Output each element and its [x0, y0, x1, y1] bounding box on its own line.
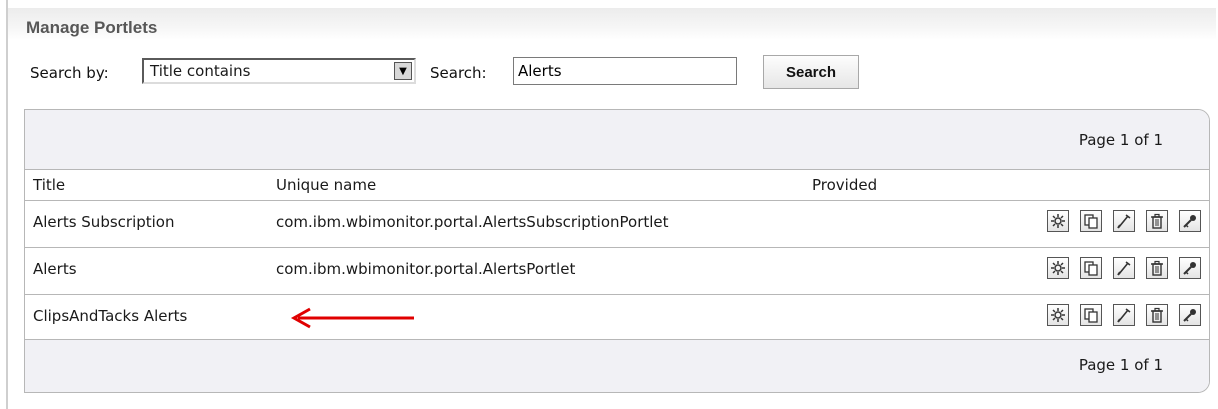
access-key-icon[interactable] — [1179, 210, 1201, 232]
delete-icon[interactable] — [1146, 304, 1168, 326]
configure-icon[interactable] — [1047, 257, 1069, 279]
portlet-table: Page 1 of 1 Title Unique name Provided A… — [24, 109, 1210, 393]
annotation-arrow-icon — [290, 307, 414, 329]
search-button[interactable]: Search — [763, 55, 859, 89]
pager-top: Page 1 of 1 — [25, 110, 1209, 170]
row-title: Alerts Subscription — [33, 213, 175, 231]
table-row[interactable]: Alerts Subscription com.ibm.wbimonitor.p… — [25, 200, 1209, 247]
row-unique-name: com.ibm.wbimonitor.portal.AlertsPortlet — [276, 260, 576, 278]
row-actions — [1047, 257, 1201, 279]
edit-icon[interactable] — [1113, 304, 1135, 326]
chevron-down-icon[interactable]: ▼ — [394, 62, 412, 80]
row-title: ClipsAndTacks Alerts — [33, 307, 188, 325]
delete-icon[interactable] — [1146, 257, 1168, 279]
portlet-header — [8, 8, 1216, 40]
page-indicator-bottom: Page 1 of 1 — [1078, 356, 1163, 374]
delete-icon[interactable] — [1146, 210, 1168, 232]
row-title: Alerts — [33, 260, 77, 278]
pager-bottom: Page 1 of 1 — [25, 339, 1209, 392]
configure-icon[interactable] — [1047, 210, 1069, 232]
portlet-title: Manage Portlets — [26, 18, 158, 37]
access-key-icon[interactable] — [1179, 257, 1201, 279]
row-actions — [1047, 210, 1201, 232]
search-by-value: Title contains — [150, 62, 251, 80]
configure-icon[interactable] — [1047, 304, 1069, 326]
table-row[interactable]: ClipsAndTacks Alerts — [25, 294, 1209, 341]
copy-icon[interactable] — [1080, 304, 1102, 326]
table-row[interactable]: Alerts com.ibm.wbimonitor.portal.AlertsP… — [25, 247, 1209, 294]
access-key-icon[interactable] — [1179, 304, 1201, 326]
search-by-select[interactable]: Title contains ▼ — [142, 58, 416, 84]
column-header-title: Title — [33, 176, 66, 194]
search-by-label: Search by: — [30, 64, 109, 82]
row-unique-name: com.ibm.wbimonitor.portal.AlertsSubscrip… — [276, 213, 669, 231]
edit-icon[interactable] — [1113, 210, 1135, 232]
row-actions — [1047, 304, 1201, 326]
copy-icon[interactable] — [1080, 210, 1102, 232]
column-header-unique-name: Unique name — [276, 176, 377, 194]
edit-icon[interactable] — [1113, 257, 1135, 279]
copy-icon[interactable] — [1080, 257, 1102, 279]
search-input[interactable] — [513, 57, 737, 85]
page-indicator-top: Page 1 of 1 — [1078, 131, 1163, 149]
search-label: Search: — [430, 64, 487, 82]
column-header-provided: Provided — [812, 176, 878, 194]
